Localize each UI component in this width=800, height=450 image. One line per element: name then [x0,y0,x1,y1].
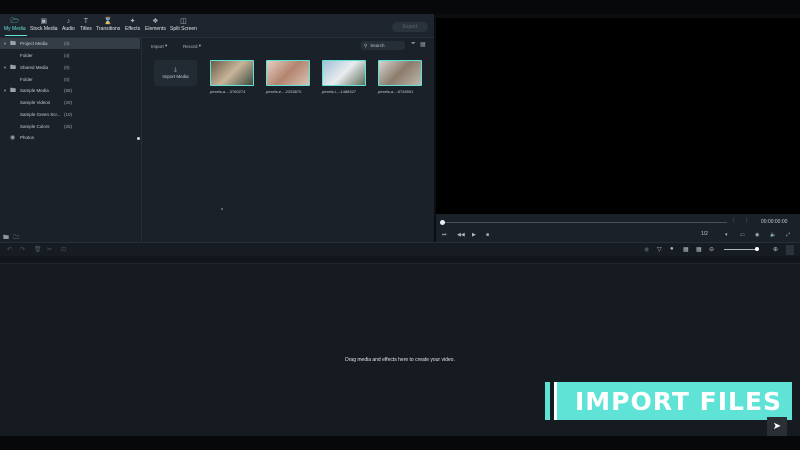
media-filename: pexels-e...-2253870 [266,89,302,94]
music-note-icon: ♪ [66,18,71,25]
tree-item-sample-media[interactable]: ▼ 🖿 Sample Media (55) [0,85,140,96]
stop-icon[interactable]: ■ [486,232,489,238]
media-browser: Import ▾ Record ▾ ⚲ Search ⏷ ▦ ⤓ Import … [143,38,434,242]
tree-item-folder[interactable]: Folder (4) [0,50,140,61]
tree-item-sample-green-screen[interactable]: Sample Green Scr... (10) [0,109,140,120]
media-tabs: 🗁 My Media ▣ Stock Media ♪ Audio T Title… [0,14,434,38]
playback-scrubber[interactable] [442,222,727,223]
folder-icon: 🖿 [10,40,17,47]
tab-stock-media[interactable]: ▣ Stock Media [30,17,58,32]
snapshot-icon[interactable]: ◉ [755,232,759,238]
media-filename: pexels-a...-6745901 [378,89,414,94]
panel-toggle-icon[interactable] [786,245,794,255]
redo-icon[interactable]: ↷ [20,246,25,253]
folder-tree: ▼ 🖿 Project Media (4) Folder (4) ▼ 🖿 Sha… [0,38,142,242]
rewind-icon[interactable]: ◀◀ [457,232,465,238]
tree-item-project-media[interactable]: ▼ 🖿 Project Media (4) [0,38,140,49]
bracket-in-icon[interactable]: { [733,218,735,224]
tree-item-photos[interactable]: ◉ Photos [0,132,140,143]
tab-split-screen[interactable]: ◫ Split Screen [170,17,197,32]
tree-item-shared-media[interactable]: ▼ 🖿 Shared Media (0) [0,62,140,73]
panel-resize-handle[interactable] [137,137,140,140]
crop-icon[interactable]: ⊡ [61,246,66,253]
chevron-down-icon: ▾ [198,43,202,48]
search-icon: ⚲ [364,42,368,48]
search-input[interactable]: ⚲ Search [361,41,405,50]
text-icon: T [83,18,89,25]
tab-elements[interactable]: ❖ Elements [145,17,166,32]
preview-viewer [436,18,800,214]
photos-icon: ◉ [10,135,16,141]
bracket-out-icon[interactable]: } [746,218,748,224]
render-icon[interactable]: ◉ [644,246,649,253]
folder-icon: 🖿 [10,64,17,71]
media-thumbnail[interactable] [210,60,254,86]
arrow-right-icon: ➤ [772,421,782,432]
undo-icon[interactable]: ↶ [7,246,12,253]
play-icon[interactable]: ▶ [472,232,476,238]
filter-icon[interactable]: ⏷ [411,41,416,48]
chevron-down-icon: ▼ [3,65,7,70]
folder-icon: 🖿 [10,87,17,94]
timeline-drop-hint: Drag media and effects here to create yo… [345,357,455,363]
top-bar [0,0,800,14]
chevron-down-icon: ▾ [165,43,168,48]
zoom-out-icon[interactable]: ⊖ [709,246,714,253]
fullscreen-icon[interactable]: ⤢ [786,232,790,238]
player-controls: { } 00:00:00:00 ⏮ ◀◀ ▶ ■ 1/2 ▾ ▭ ◉ 🔈 ⤢ [436,214,800,242]
tree-item-sample-colors[interactable]: Sample Colors (25) [0,121,140,132]
grid-view-icon[interactable]: ▦ [420,41,426,48]
media-filename: pexels-a...-3760274 [210,89,246,94]
timeline-toolbar: ↶ ↷ 🗑 ✂ ⊡ ◉ ▽ ● ▦ ▦ ⊖ ⊕ [0,242,800,256]
effects-icon: ✦ [129,18,136,25]
tab-effects[interactable]: ✦ Effects [125,17,140,32]
display-icon[interactable]: ▭ [740,232,745,238]
tree-item-sample-videos[interactable]: Sample Videos (20) [0,97,140,108]
import-media-tile[interactable]: ⤓ Import Media [154,60,197,86]
tab-transitions[interactable]: ⌛ Transitions [96,17,120,32]
timeline-ruler [0,256,800,264]
folder-icon: 🗁 [10,18,20,25]
tab-titles[interactable]: T Titles [80,17,92,32]
scrubber-handle[interactable] [440,220,445,225]
banner-accent-bar [545,382,550,420]
zoom-slider[interactable] [724,249,758,250]
import-files-banner: IMPORT FILES [557,382,792,420]
record-dropdown[interactable]: Record ▾ [183,42,201,50]
media-thumbnail[interactable] [378,60,422,86]
next-arrow-button[interactable]: ➤ [767,417,787,436]
mic-icon[interactable]: ● [670,246,674,252]
step-back-icon[interactable]: ⏮ [442,232,447,238]
import-icon: ⤓ [174,67,177,73]
import-dropdown[interactable]: Import ▾ [151,42,167,50]
timecode: 00:00:00:00 [761,219,788,225]
chevron-down-icon: ▼ [3,41,7,46]
zoom-in-icon[interactable]: ⊕ [773,246,778,253]
tree-item-folder[interactable]: Folder (0) [0,74,140,85]
grid-icon[interactable]: ▦ [696,246,702,253]
export-button[interactable]: Export [392,22,428,32]
drop-indicator [221,208,223,210]
media-filename: pexels-l...-1488327 [322,89,357,94]
shield-icon[interactable]: ▽ [657,246,662,253]
volume-icon[interactable]: 🔈 [770,232,776,238]
elements-icon: ❖ [152,18,159,25]
delete-icon[interactable]: 🗑 [34,246,42,253]
transition-icon: ⌛ [103,18,113,25]
cut-icon[interactable]: ✂ [47,246,52,253]
chevron-down-icon[interactable]: ▾ [725,232,728,238]
media-thumbnail[interactable] [322,60,366,86]
split-screen-icon: ◫ [180,18,187,25]
chevron-down-icon: ▼ [3,88,7,93]
bottom-bar [0,436,800,450]
active-tab-indicator [5,35,27,36]
playback-quality[interactable]: 1/2 [701,231,708,237]
media-thumbnail[interactable] [266,60,310,86]
zoom-slider-handle[interactable] [754,247,759,251]
tab-my-media[interactable]: 🗁 My Media [4,17,26,32]
mix-icon[interactable]: ▦ [683,246,689,253]
film-icon: ▣ [40,18,48,25]
tab-audio[interactable]: ♪ Audio [62,17,75,32]
